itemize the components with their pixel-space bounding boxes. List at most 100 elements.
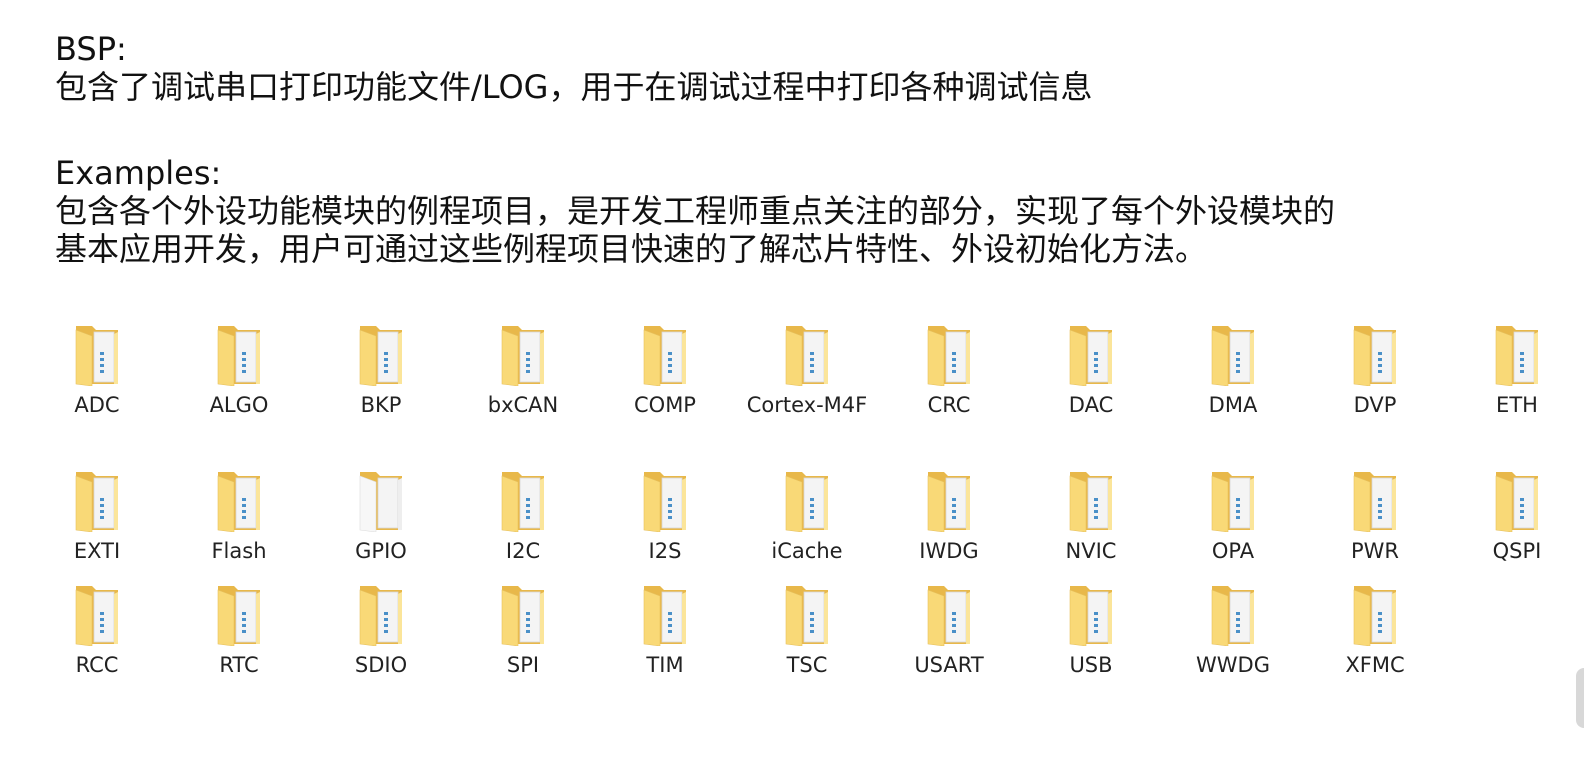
folder-item[interactable]: SPI: [452, 582, 594, 680]
folder-icon: [1304, 468, 1446, 532]
folder-label: Cortex-M4F: [746, 393, 868, 417]
folder-icon: [26, 582, 168, 646]
folder-item[interactable]: GPIO: [310, 468, 452, 566]
folder-label: iCache: [771, 539, 843, 563]
folder-item[interactable]: DMA: [1162, 322, 1304, 420]
folder-item[interactable]: PWR: [1304, 468, 1446, 566]
folder-label: IWDG: [919, 539, 979, 563]
folder-icon: [1162, 468, 1304, 532]
folder-label: TSC: [786, 653, 828, 677]
folder-label: USB: [1069, 653, 1113, 677]
folder-item[interactable]: I2C: [452, 468, 594, 566]
folder-icon: [736, 322, 878, 386]
scrollbar-edge[interactable]: [1576, 668, 1584, 728]
folder-icon: [594, 468, 736, 532]
folder-icon: [736, 468, 878, 532]
bsp-title: BSP:: [55, 30, 127, 68]
folder-label: OPA: [1211, 539, 1255, 563]
folder-item[interactable]: EXTI: [26, 468, 168, 566]
folder-item[interactable]: Flash: [168, 468, 310, 566]
bsp-section: BSP: 包含了调试串口打印功能文件/LOG，用于在调试过程中打印各种调试信息: [55, 30, 1515, 106]
folder-item[interactable]: bxCAN: [452, 322, 594, 420]
folder-icon: [1304, 322, 1446, 386]
folder-label: EXTI: [73, 539, 121, 563]
folder-label: I2S: [648, 539, 682, 563]
bsp-description: 包含了调试串口打印功能文件/LOG，用于在调试过程中打印各种调试信息: [55, 68, 1093, 106]
folder-item[interactable]: WWDG: [1162, 582, 1304, 680]
folder-label: SPI: [506, 653, 540, 677]
folder-label: QSPI: [1492, 539, 1542, 563]
folder-icon: [1020, 582, 1162, 646]
folder-label: bxCAN: [487, 393, 559, 417]
folder-label: NVIC: [1065, 539, 1117, 563]
folder-label: BKP: [360, 393, 402, 417]
folder-item[interactable]: DAC: [1020, 322, 1162, 420]
folder-label: CRC: [927, 393, 971, 417]
folder-icon: [1162, 322, 1304, 386]
folder-label: DVP: [1353, 393, 1397, 417]
folder-item[interactable]: QSPI: [1446, 468, 1584, 566]
folder-icon: [878, 468, 1020, 532]
folder-item[interactable]: TIM: [594, 582, 736, 680]
folder-icon: [878, 582, 1020, 646]
folder-label: RTC: [219, 653, 259, 677]
folder-label: Flash: [211, 539, 267, 563]
examples-section: Examples: 包含各个外设功能模块的例程项目，是开发工程师重点关注的部分，…: [55, 154, 1515, 268]
folder-icon: [310, 322, 452, 386]
folder-icon: [594, 582, 736, 646]
folder-with-paper-icon: [310, 468, 452, 532]
folder-label: COMP: [634, 393, 696, 417]
folder-item[interactable]: BKP: [310, 322, 452, 420]
examples-description-line-2: 基本应用开发，用户可通过这些例程项目快速的了解芯片特性、外设初始化方法。: [55, 230, 1208, 268]
folder-label: DMA: [1208, 393, 1258, 417]
folder-icon: [168, 468, 310, 532]
folder-item[interactable]: TSC: [736, 582, 878, 680]
folder-icon: [1020, 322, 1162, 386]
examples-folder-grid: ADC ALGO BKP bxCAN COMP Cortex-M4F CRC DAC DMA DV…: [26, 322, 1584, 722]
folder-item[interactable]: I2S: [594, 468, 736, 566]
folder-item[interactable]: ADC: [26, 322, 168, 420]
folder-icon: [452, 322, 594, 386]
folder-label: ADC: [74, 393, 120, 417]
folder-icon: [1020, 468, 1162, 532]
folder-item[interactable]: RTC: [168, 582, 310, 680]
folder-icon: [594, 322, 736, 386]
folder-label: XFMC: [1345, 653, 1405, 677]
folder-item[interactable]: Cortex-M4F: [736, 322, 878, 420]
folder-label: USART: [914, 653, 984, 677]
folder-item[interactable]: USART: [878, 582, 1020, 680]
folder-label: GPIO: [355, 539, 407, 563]
folder-item[interactable]: NVIC: [1020, 468, 1162, 566]
page: BSP: 包含了调试串口打印功能文件/LOG，用于在调试过程中打印各种调试信息 …: [0, 0, 1584, 780]
folder-icon: [452, 582, 594, 646]
folder-item[interactable]: OPA: [1162, 468, 1304, 566]
folder-icon: [1446, 322, 1584, 386]
folder-icon: [26, 322, 168, 386]
folder-icon: [878, 322, 1020, 386]
folder-item[interactable]: iCache: [736, 468, 878, 566]
examples-description-line-1: 包含各个外设功能模块的例程项目，是开发工程师重点关注的部分，实现了每个外设模块的: [55, 192, 1336, 230]
folder-label: RCC: [75, 653, 119, 677]
folder-icon: [310, 582, 452, 646]
folder-item[interactable]: ETH: [1446, 322, 1584, 420]
folder-label: I2C: [505, 539, 541, 563]
folder-label: TIM: [646, 653, 684, 677]
folder-icon: [168, 582, 310, 646]
examples-title: Examples:: [55, 154, 222, 192]
folder-item[interactable]: ALGO: [168, 322, 310, 420]
folder-item[interactable]: DVP: [1304, 322, 1446, 420]
folder-item[interactable]: CRC: [878, 322, 1020, 420]
folder-icon: [168, 322, 310, 386]
folder-item[interactable]: USB: [1020, 582, 1162, 680]
folder-label: SDIO: [354, 653, 408, 677]
folder-icon: [1446, 468, 1584, 532]
folder-icon: [26, 468, 168, 532]
folder-label: ETH: [1496, 393, 1538, 417]
folder-item[interactable]: RCC: [26, 582, 168, 680]
folder-icon: [736, 582, 878, 646]
folder-item[interactable]: SDIO: [310, 582, 452, 680]
folder-icon: [1304, 582, 1446, 646]
folder-item[interactable]: IWDG: [878, 468, 1020, 566]
folder-item[interactable]: COMP: [594, 322, 736, 420]
folder-item[interactable]: XFMC: [1304, 582, 1446, 680]
